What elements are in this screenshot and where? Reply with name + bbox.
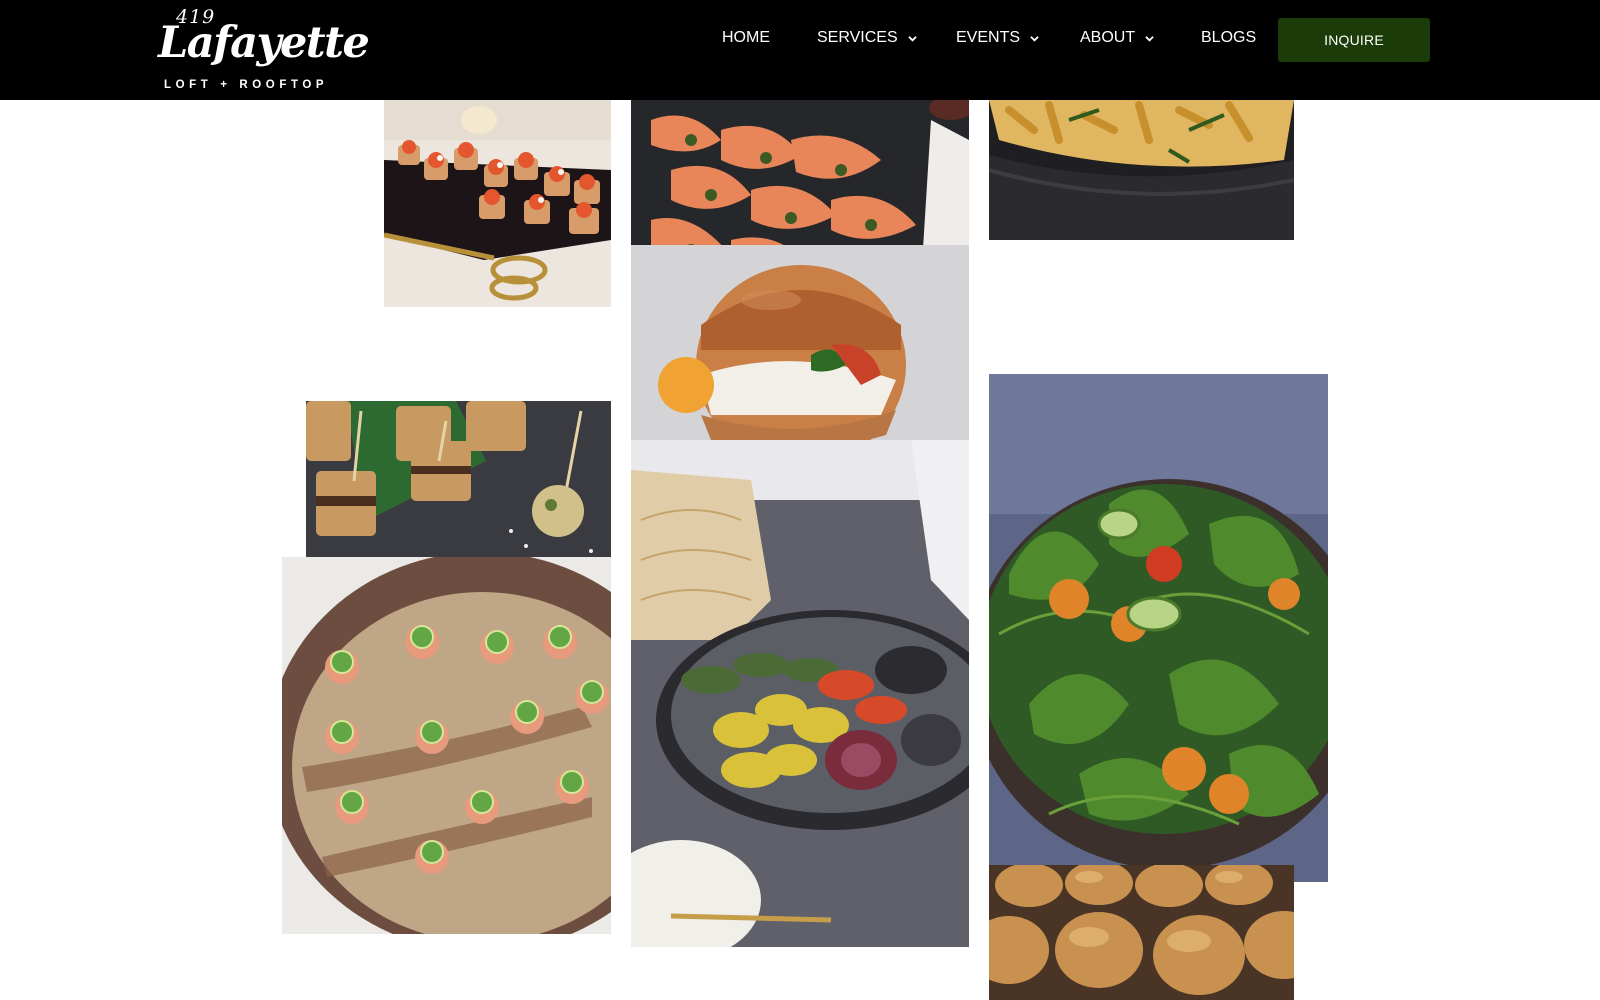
site-logo[interactable]: 419 Lafayette LOFT + ROOFTOP bbox=[158, 6, 370, 96]
nav-label: ABOUT bbox=[1080, 29, 1136, 46]
nav-item-blogs[interactable]: BLOGS bbox=[1201, 29, 1256, 47]
site-header: 419 Lafayette LOFT + ROOFTOP HOME SERVIC… bbox=[0, 0, 1600, 100]
nav-item-about[interactable]: ABOUT bbox=[1080, 29, 1154, 47]
chevron-down-icon bbox=[1145, 35, 1154, 42]
nav-label: SERVICES bbox=[817, 29, 898, 46]
gallery-photo-grilled-vegetables[interactable] bbox=[631, 440, 969, 947]
photo-overlay bbox=[282, 557, 611, 934]
nav-item-home[interactable]: HOME bbox=[722, 29, 770, 47]
logo-name: Lafayette bbox=[158, 18, 370, 68]
nav-label: HOME bbox=[722, 29, 770, 46]
nav-label: EVENTS bbox=[956, 29, 1021, 46]
nav-item-services[interactable]: SERVICES bbox=[817, 29, 917, 47]
inquire-button[interactable]: INQUIRE bbox=[1278, 18, 1430, 62]
nav-label: BLOGS bbox=[1201, 29, 1257, 46]
nav-item-events[interactable]: EVENTS bbox=[956, 29, 1039, 47]
chevron-down-icon bbox=[1030, 35, 1039, 42]
gallery-photo-salmon-toasts[interactable] bbox=[384, 100, 611, 307]
gallery-photo-green-salad[interactable] bbox=[989, 374, 1328, 882]
gallery-photo-sliders[interactable] bbox=[989, 865, 1294, 1000]
gallery-photo-tuna-bites[interactable] bbox=[282, 557, 611, 934]
logo-tagline: LOFT + ROOFTOP bbox=[164, 79, 329, 91]
chevron-down-icon bbox=[907, 35, 917, 42]
gallery-photo-pasta-bowl[interactable] bbox=[989, 100, 1294, 240]
